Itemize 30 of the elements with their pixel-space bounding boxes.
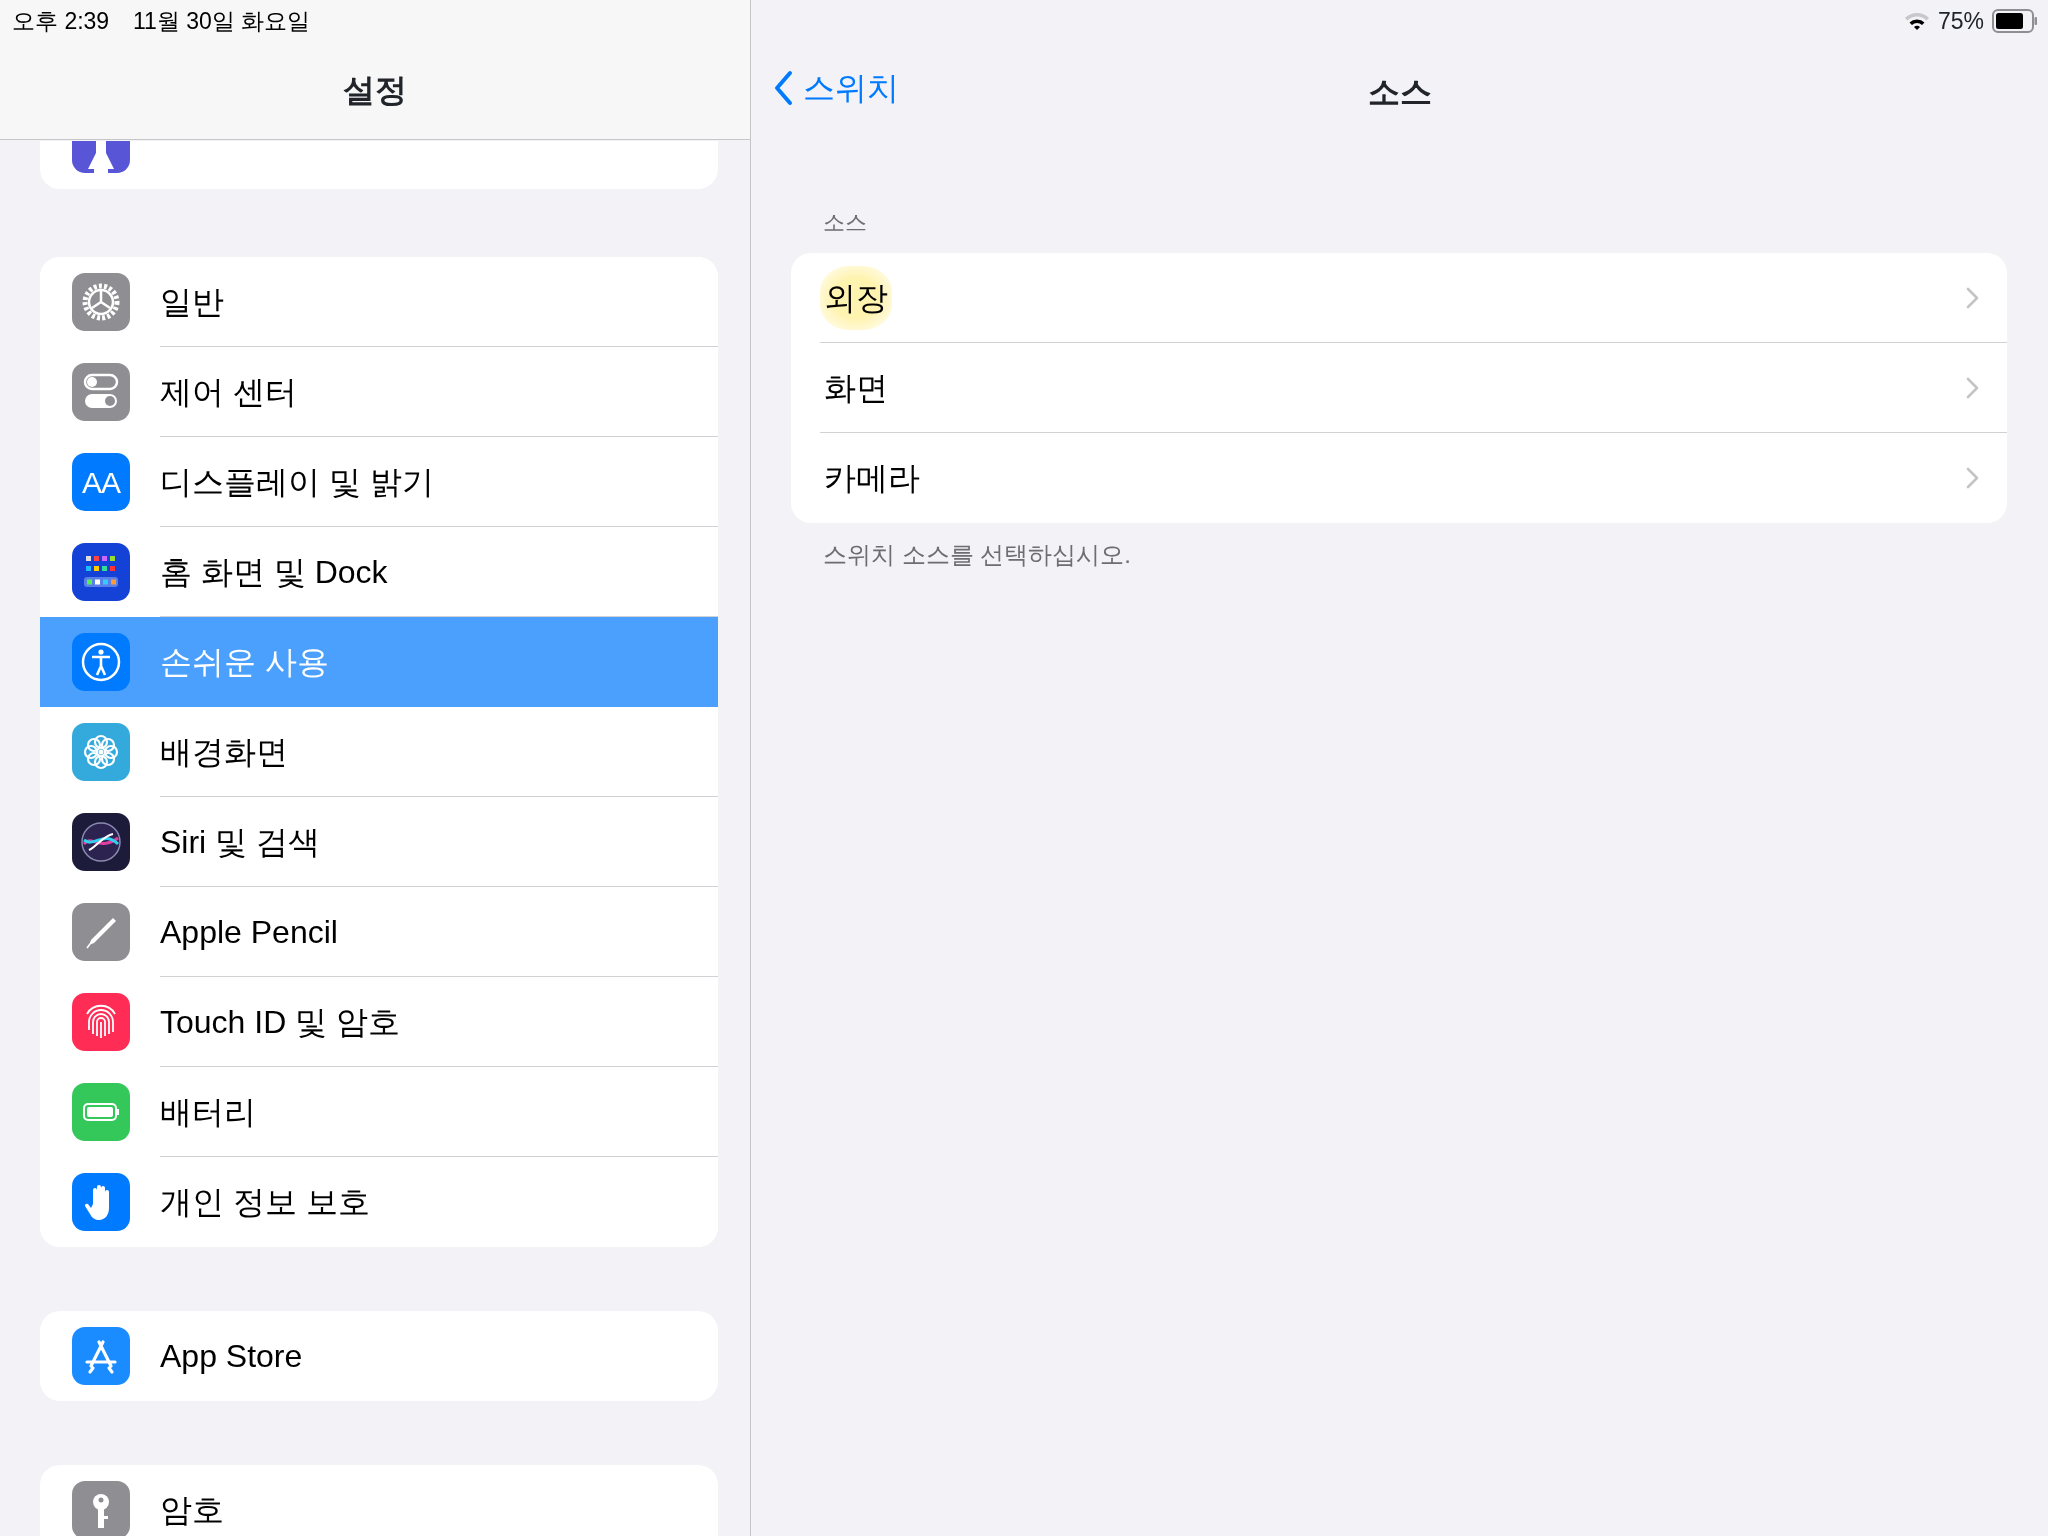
hand-icon [72, 1173, 130, 1231]
toggles-icon [72, 363, 130, 421]
section-header: 소스 [822, 209, 868, 237]
status-date: 11월 30일 화요일 [133, 7, 311, 36]
wifi-icon [1903, 11, 1930, 32]
battery-icon [1992, 9, 2038, 34]
chevron-icon [1965, 375, 1979, 400]
option-item[interactable]: 외장 [820, 265, 892, 330]
back-button[interactable]: 스위치 [773, 64, 899, 112]
footer-note: 스위치 소스를 선택하십시오. [822, 540, 1132, 570]
option-item[interactable]: 카메라 [820, 446, 924, 510]
back-chevron-icon [773, 70, 793, 106]
sidebar-title: 설정 [342, 71, 408, 110]
status-time: 오후 2:39 [12, 7, 110, 36]
battery-percent: 75% [1937, 7, 1984, 36]
orb-icon [72, 813, 130, 871]
pencil-icon [72, 903, 130, 961]
option-item[interactable]: 화면 [820, 355, 892, 420]
app-store-icon [72, 1327, 130, 1385]
page-title: 소스 [1367, 73, 1432, 112]
chevron-icon [1965, 466, 1979, 490]
text-size-icon: AA [72, 453, 130, 511]
accessibility-icon [72, 633, 130, 691]
chevron-icon [1965, 285, 1979, 310]
battery-icon [72, 1083, 130, 1141]
gear-icon [72, 273, 130, 331]
app-grid-icon [72, 543, 130, 601]
fingerprint-icon [72, 993, 130, 1051]
key-icon [72, 1481, 130, 1536]
flower-icon [72, 723, 130, 781]
